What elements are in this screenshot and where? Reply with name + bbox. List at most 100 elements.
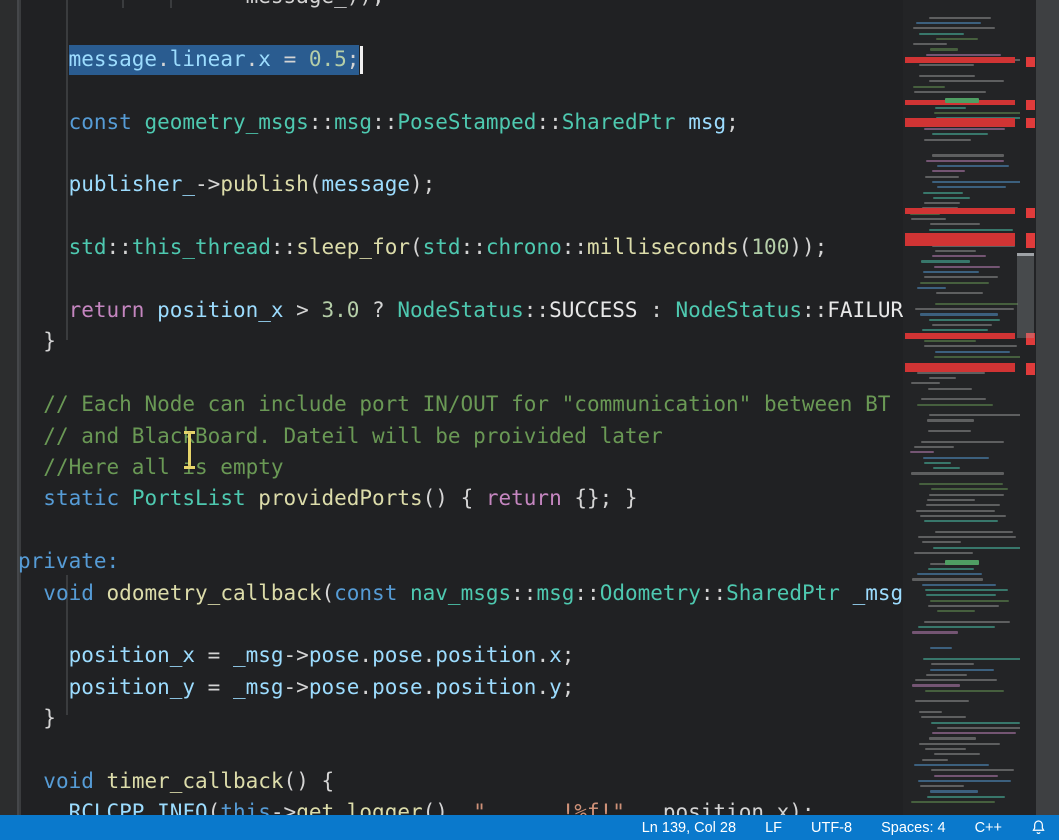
- code-line: publisher_->publish(message);: [18, 169, 435, 200]
- minimap-code-line: [937, 610, 975, 612]
- minimap-error-line: [905, 57, 1015, 63]
- minimap-code-line: [922, 759, 947, 761]
- gutter-strip: [0, 0, 17, 815]
- minimap-code-line: [932, 170, 965, 172]
- code-line: std::this_thread::sleep_for(std::chrono:…: [18, 232, 827, 263]
- minimap-code-line: [919, 33, 964, 35]
- scrollbar-thumb[interactable]: [1017, 253, 1034, 338]
- code-line: // Each Node can include port IN/OUT for…: [18, 389, 890, 420]
- minimap-code-line: [935, 351, 1010, 353]
- minimap-code-line: [935, 107, 966, 109]
- minimap-code-line: [929, 414, 1020, 416]
- minimap-code-line: [932, 154, 1003, 156]
- minimap-code-line: [912, 684, 960, 686]
- minimap-code-line: [923, 658, 1020, 660]
- minimap-code-line: [918, 780, 1011, 782]
- minimap-code-line: [931, 722, 1020, 724]
- minimap-code-line: [934, 775, 997, 777]
- minimap-code-line: [915, 700, 969, 702]
- vscode-window: message_)); message.linear.x = 0.5; cons…: [0, 0, 1059, 840]
- minimap-code-line: [932, 133, 988, 135]
- minimap-code-line: [920, 282, 990, 284]
- minimap-code-line: [935, 303, 1018, 305]
- code-line: }: [18, 703, 56, 734]
- minimap-code-line: [926, 674, 967, 676]
- minimap-code-line: [928, 430, 970, 432]
- ruler-error-mark: [1026, 100, 1035, 110]
- minimap-code-line: [930, 223, 981, 225]
- minimap-code-line: [932, 181, 1020, 183]
- mouse-cursor-ibeam: [181, 431, 197, 469]
- code-line: message.linear.x = 0.5;: [18, 44, 359, 75]
- minimap-code-line: [935, 250, 977, 252]
- minimap-code-line: [929, 17, 992, 19]
- minimap-code-line: [930, 790, 979, 792]
- minimap-code-line: [911, 801, 995, 803]
- minimap-code-line: [934, 356, 1020, 358]
- minimap-code-line: [932, 255, 986, 257]
- minimap-code-line: [921, 441, 1004, 443]
- minimap-code-line: [925, 748, 966, 750]
- status-item-encoding[interactable]: UTF-8: [811, 820, 852, 836]
- minimap[interactable]: [903, 0, 1020, 815]
- minimap-code-line: [924, 139, 970, 141]
- minimap-code-line: [933, 547, 1020, 549]
- minimap-code-line: [932, 324, 992, 326]
- minimap-code-line: [917, 372, 985, 374]
- minimap-code-line: [919, 64, 974, 66]
- minimap-code-line: [910, 451, 935, 453]
- code-line: private:: [18, 546, 119, 577]
- minimap-code-line: [930, 600, 1008, 602]
- minimap-code-line: [924, 128, 1005, 130]
- minimap-code-line: [925, 176, 960, 178]
- minimap-code-line: [919, 75, 974, 77]
- code-line: static PortsList providedPorts() { retur…: [18, 483, 638, 514]
- status-item-language-mode[interactable]: C++: [975, 820, 1002, 836]
- minimap-code-line: [914, 764, 989, 766]
- code-line: position_x = _msg->pose.pose.position.x;: [18, 640, 574, 671]
- minimap-code-line: [929, 737, 976, 739]
- minimap-code-line: [932, 732, 1016, 734]
- minimap-code-line: [933, 197, 970, 199]
- status-item-eol-sequence[interactable]: LF: [765, 820, 782, 836]
- minimap-code-line: [916, 22, 981, 24]
- minimap-code-line: [937, 727, 1020, 729]
- minimap-code-line: [914, 91, 985, 93]
- minimap-code-line: [922, 541, 962, 543]
- minimap-code-line: [917, 404, 993, 406]
- minimap-code-line: [929, 229, 1013, 231]
- text-caret: [360, 46, 363, 74]
- minimap-code-line: [927, 796, 1005, 798]
- bell-icon[interactable]: [1031, 819, 1046, 836]
- code-line: void timer_callback() {: [18, 766, 334, 797]
- minimap-code-line: [921, 398, 985, 400]
- minimap-code-line: [930, 669, 994, 671]
- minimap-code-line: [915, 308, 1013, 310]
- minimap-error-line: [905, 118, 1015, 127]
- minimap-code-line: [937, 186, 1007, 188]
- minimap-code-line: [927, 419, 974, 421]
- status-item-cursor-position[interactable]: Ln 139, Col 28: [642, 820, 736, 836]
- ruler-error-mark: [1026, 233, 1035, 248]
- minimap-code-line: [915, 679, 996, 681]
- minimap-code-line: [919, 483, 1003, 485]
- ruler-error-mark: [1026, 208, 1035, 218]
- minimap-error-line: [905, 363, 1015, 372]
- minimap-code-line: [928, 605, 999, 607]
- ruler-error-mark: [1026, 363, 1035, 375]
- minimap-code-line: [926, 54, 1001, 56]
- window-edge-band: [1036, 0, 1059, 815]
- minimap-code-line: [922, 329, 988, 331]
- status-item-indentation[interactable]: Spaces: 4: [881, 820, 946, 836]
- ruler-error-mark: [1026, 57, 1035, 67]
- minimap-code-line: [912, 631, 958, 633]
- minimap-code-line: [913, 43, 947, 45]
- minimap-code-line: [923, 457, 990, 459]
- ruler-error-mark: [1026, 118, 1035, 128]
- minimap-code-line: [913, 86, 945, 88]
- code-editor[interactable]: message_)); message.linear.x = 0.5; cons…: [0, 0, 903, 815]
- minimap-code-line: [931, 663, 974, 665]
- minimap-code-line: [921, 716, 966, 718]
- minimap-code-line: [934, 112, 1020, 114]
- minimap-code-line: [924, 340, 977, 342]
